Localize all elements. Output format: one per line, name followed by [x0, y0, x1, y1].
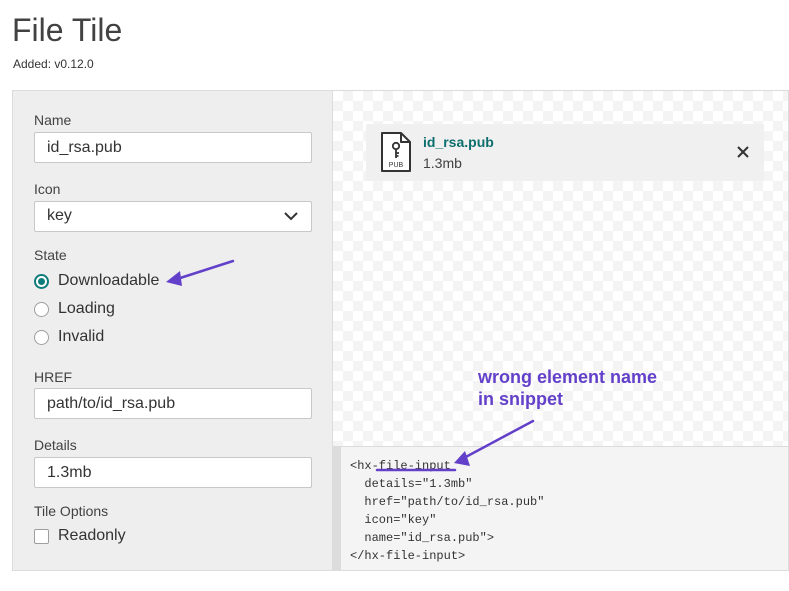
- name-input[interactable]: [34, 132, 312, 163]
- icon-select-value: key: [47, 207, 72, 224]
- readonly-checkbox[interactable]: [34, 528, 49, 544]
- readonly-option[interactable]: Readonly: [34, 527, 126, 545]
- code-line: <hx-file-input: [350, 459, 451, 473]
- tile-options-label: Tile Options: [34, 503, 109, 519]
- page-title: File Tile: [12, 12, 123, 48]
- file-icon-caption: PUB: [389, 162, 404, 169]
- key-file-icon: PUB: [381, 132, 411, 172]
- chevron-down-icon: [284, 212, 298, 221]
- radio-button[interactable]: [34, 329, 49, 345]
- readonly-label: Readonly: [58, 527, 126, 544]
- code-line: icon="key": [350, 513, 437, 527]
- code-block: <hx-file-input details="1.3mb" href="pat…: [350, 457, 544, 565]
- version-added: Added: v0.12.0: [13, 57, 94, 71]
- name-label: Name: [34, 112, 72, 128]
- state-radio-invalid[interactable]: Invalid: [34, 326, 104, 348]
- code-line: </hx-file-input>: [350, 549, 466, 563]
- icon-label: Icon: [34, 181, 61, 197]
- file-details: 1.3mb: [423, 155, 462, 171]
- radio-label: Loading: [58, 300, 115, 317]
- code-line: href="path/to/id_rsa.pub": [350, 495, 545, 509]
- state-radio-downloadable[interactable]: Downloadable: [34, 270, 159, 292]
- file-tile: PUB id_rsa.pub 1.3mb: [366, 124, 764, 181]
- state-radio-loading[interactable]: Loading: [34, 298, 115, 320]
- icon-select[interactable]: key: [34, 201, 312, 232]
- details-input[interactable]: [34, 457, 312, 488]
- options-sidebar: Name Icon key State Downloadable Loading…: [13, 91, 333, 570]
- href-input[interactable]: [34, 388, 312, 419]
- annotation-line: wrong element name: [478, 367, 658, 387]
- state-label: State: [34, 247, 67, 263]
- details-label: Details: [34, 437, 77, 453]
- demo-panel: Name Icon key State Downloadable Loading…: [12, 90, 789, 571]
- radio-label: Invalid: [58, 328, 105, 345]
- code-line: name="id_rsa.pub">: [350, 531, 495, 545]
- radio-button[interactable]: [34, 273, 49, 289]
- code-line: details="1.3mb": [350, 477, 473, 491]
- close-icon[interactable]: [735, 144, 751, 160]
- radio-button[interactable]: [34, 301, 49, 317]
- code-snippet: <hx-file-input details="1.3mb" href="pat…: [333, 446, 788, 570]
- annotation-text: wrong element name in snippet: [478, 366, 657, 410]
- file-name-link[interactable]: id_rsa.pub: [423, 134, 494, 150]
- href-label: HREF: [34, 369, 73, 385]
- radio-label: Downloadable: [58, 272, 160, 289]
- annotation-line: in snippet: [478, 389, 563, 409]
